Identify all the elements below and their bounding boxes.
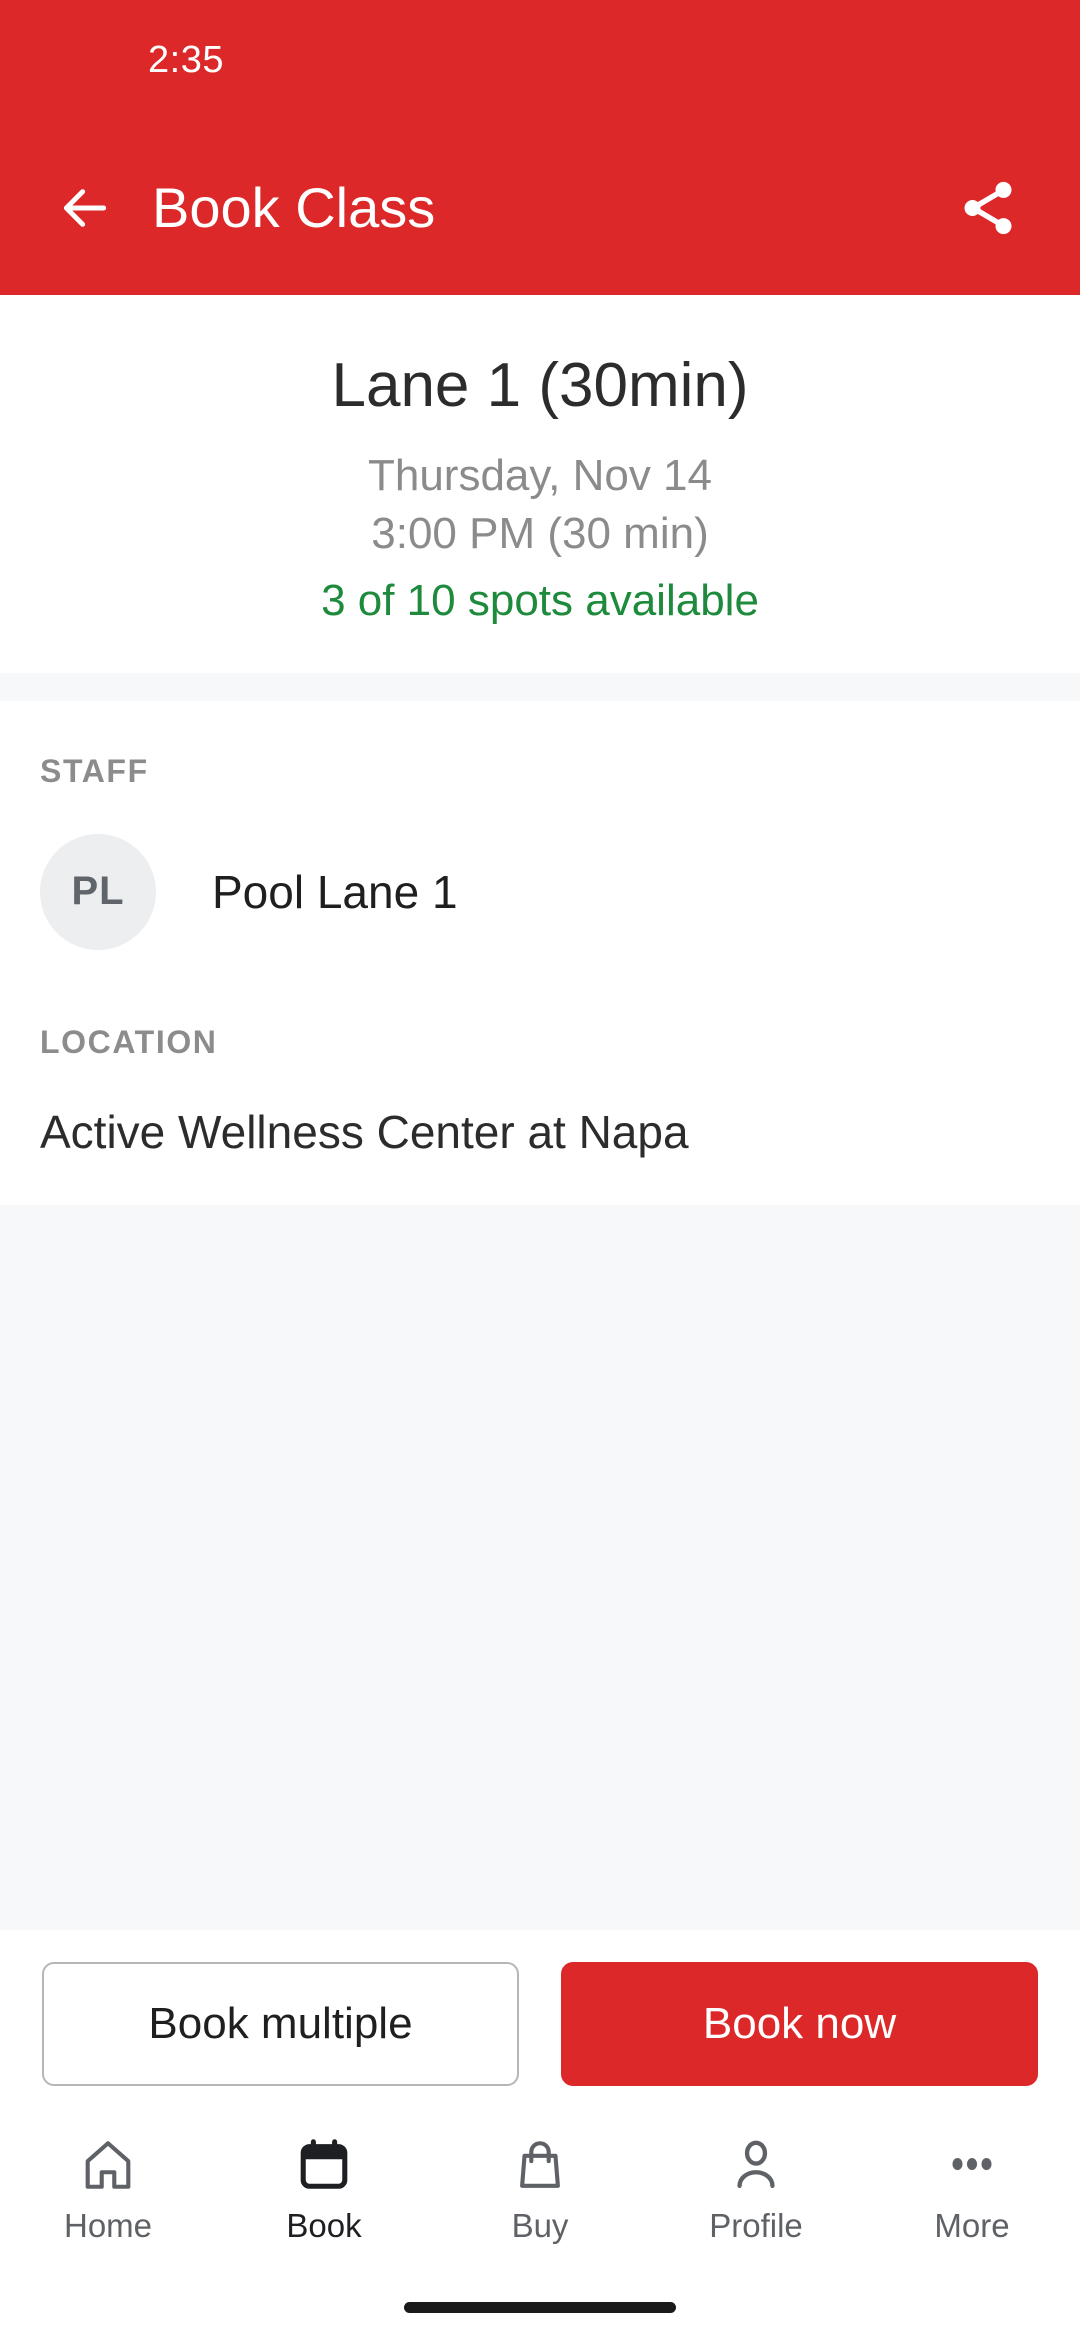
calendar-icon: [295, 2133, 353, 2197]
details-section: STAFF PL Pool Lane 1 LOCATION Active Wel…: [0, 700, 1080, 1205]
avatar-initials: PL: [71, 869, 125, 914]
tab-more[interactable]: More: [864, 2133, 1080, 2245]
tab-book[interactable]: Book: [216, 2133, 432, 2245]
tab-label-more: More: [934, 2207, 1010, 2244]
class-summary-card: Lane 1 (30min) Thursday, Nov 14 3:00 PM …: [0, 295, 1080, 673]
tab-buy[interactable]: Buy: [432, 2133, 648, 2245]
arrow-left-icon: [63, 188, 107, 227]
staff-section-label: STAFF: [40, 752, 149, 789]
content-scroll-area[interactable]: Lane 1 (30min) Thursday, Nov 14 3:00 PM …: [0, 295, 1080, 1930]
avatar: PL: [40, 833, 156, 950]
tab-label-buy: Buy: [511, 2207, 569, 2244]
shopping-bag-icon: [511, 2133, 569, 2197]
action-bar: Book multiple Book now: [0, 1930, 1080, 2118]
person-icon: [727, 2133, 785, 2197]
section-divider-band: [0, 672, 1080, 701]
status-bar-clock: 2:35: [148, 38, 224, 81]
book-now-button[interactable]: Book now: [561, 1962, 1038, 2086]
book-multiple-button[interactable]: Book multiple: [42, 1962, 519, 2086]
tab-label-book: Book: [286, 2207, 362, 2244]
share-icon: [964, 181, 1012, 234]
tab-home[interactable]: Home: [0, 2133, 216, 2245]
app-screen: 2:35 Book Class Lane 1 (30min) Thursday,…: [0, 0, 1080, 2340]
spots-available: 3 of 10 spots available: [321, 576, 759, 626]
home-icon: [79, 2133, 137, 2197]
class-name: Lane 1 (30min): [331, 351, 749, 420]
ellipsis-icon: [943, 2133, 1001, 2197]
app-bar: 2:35 Book Class: [0, 0, 1080, 295]
bottom-navigation: Home Book Buy Profile More: [0, 2118, 1080, 2298]
tab-label-home: Home: [63, 2207, 153, 2244]
app-bar-row: Book Class: [0, 120, 1080, 295]
staff-name: Pool Lane 1: [212, 865, 458, 918]
staff-row[interactable]: PL Pool Lane 1: [40, 790, 1040, 972]
class-time: 3:00 PM (30 min): [371, 509, 709, 559]
location-name: Active Wellness Center at Napa: [40, 1105, 689, 1158]
class-date: Thursday, Nov 14: [367, 451, 712, 501]
location-section-label: LOCATION: [40, 1023, 218, 1060]
home-indicator[interactable]: [404, 2302, 676, 2313]
tab-profile[interactable]: Profile: [648, 2133, 864, 2245]
tab-label-profile: Profile: [709, 2207, 803, 2244]
home-indicator-area: [0, 2298, 1080, 2340]
page-title: Book Class: [152, 176, 436, 239]
share-button[interactable]: [948, 168, 1028, 248]
back-button[interactable]: [50, 173, 120, 243]
status-bar: 2:35: [0, 0, 1080, 120]
empty-content-area: [0, 1204, 1080, 1930]
